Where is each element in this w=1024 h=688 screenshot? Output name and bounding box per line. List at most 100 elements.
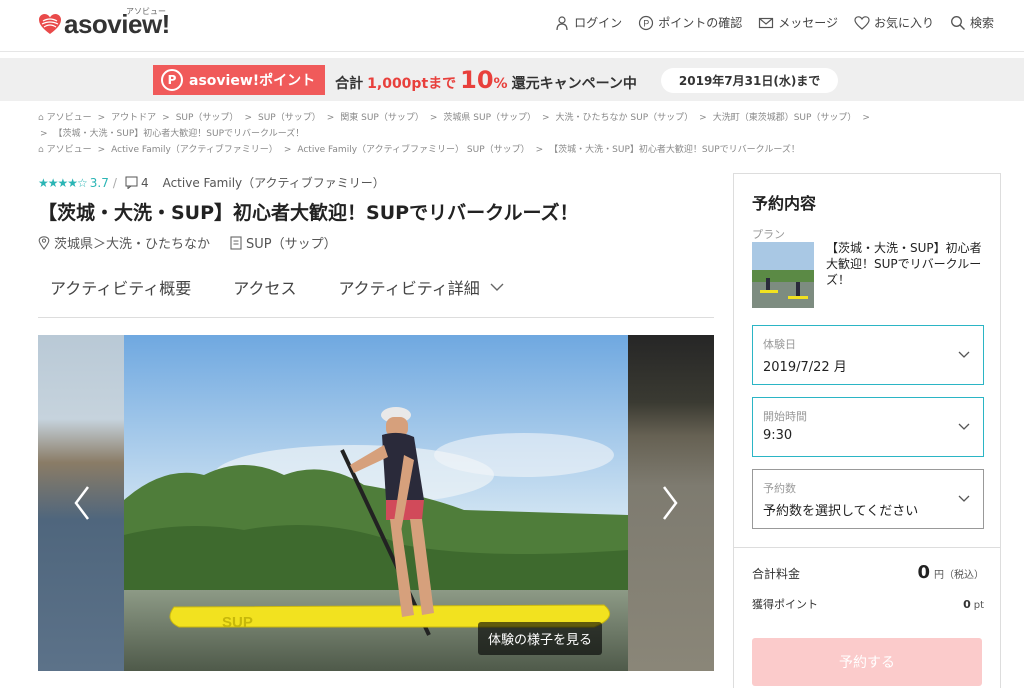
tab-access[interactable]: アクセス xyxy=(233,275,296,299)
header-nav: ログイン P ポイントの確認 メッセージ お気に入り 検索 xyxy=(554,14,994,31)
breadcrumb-item[interactable]: 【茨城・大洗・SUP】初心者大歓迎！SUPでリバークルーズ！ xyxy=(54,129,305,139)
search-label: 検索 xyxy=(969,16,994,30)
review-count-value: 4 xyxy=(140,175,149,190)
breadcrumb-separator: > xyxy=(862,113,870,123)
earned-points-unit: pt xyxy=(973,600,984,611)
search-link[interactable]: 検索 xyxy=(950,14,994,31)
plan-label: プラン xyxy=(752,228,785,241)
favorites-label: お気に入り xyxy=(873,16,934,30)
breadcrumb-separator: > xyxy=(97,145,106,155)
earned-points-label: 獲得ポイント xyxy=(752,598,818,611)
home-icon: ⌂ xyxy=(38,145,47,155)
points-badge: P asoview!ポイント xyxy=(153,65,326,95)
review-count[interactable]: 4 xyxy=(125,176,149,190)
panel-divider xyxy=(734,547,1000,548)
breadcrumb-item[interactable]: アウトドア xyxy=(111,113,156,123)
breadcrumb-item[interactable]: 大洗町（東茨城郡）SUP（サップ） xyxy=(713,113,857,123)
breadcrumb-item[interactable]: 関東 SUP（サップ） xyxy=(340,113,424,123)
tab-overview[interactable]: アクティビティ概要 xyxy=(50,275,191,299)
breadcrumb-separator: > xyxy=(699,113,707,123)
breadcrumb-item[interactable]: 【茨城・大洗・SUP】初心者大歓迎！SUPでリバークルーズ！ xyxy=(549,145,800,155)
breadcrumb-separator: > xyxy=(40,129,48,139)
total-price-value: 0 xyxy=(917,562,930,583)
breadcrumb-provider: ⌂ アソビュー > Active Family（アクティブファミリー） > Active… xyxy=(38,142,800,155)
photo-carousel: SUP 体験の様子を見る xyxy=(38,335,714,671)
chevron-down-icon xyxy=(958,351,970,358)
login-link[interactable]: ログイン xyxy=(554,14,622,31)
total-price-row: 合計料金 0 円（税込） xyxy=(752,562,984,583)
area-link[interactable]: 茨城県＞大洗・ひたちなか xyxy=(38,233,210,252)
campaign-percent-unit: % xyxy=(493,76,508,92)
point-icon: P xyxy=(639,15,654,30)
activity-meta: 茨城県＞大洗・ひたちなか SUP（サップ） xyxy=(38,233,337,252)
campaign-banner[interactable]: P asoview!ポイント 合計 1,000ptまで 10% 還元キャンペーン… xyxy=(0,58,1024,101)
breadcrumb-separator: > xyxy=(162,113,170,123)
chevron-down-icon xyxy=(958,423,970,430)
time-value: 9:30 xyxy=(763,428,793,443)
svg-text:P: P xyxy=(643,18,649,28)
breadcrumb-continued: > 【茨城・大洗・SUP】初心者大歓迎！SUPでリバークルーズ！ xyxy=(38,126,304,139)
breadcrumb-separator: > xyxy=(97,113,106,123)
breadcrumb-item[interactable]: SUP（サップ） xyxy=(176,113,239,123)
area-label: 茨城県＞大洗・ひたちなか xyxy=(54,237,211,252)
tab-details-label: アクティビティ詳細 xyxy=(338,278,480,298)
carousel-prev-arrow[interactable] xyxy=(70,483,94,523)
category-link[interactable]: SUP（サップ） xyxy=(230,233,337,252)
campaign-text: 合計 1,000ptまで 10% 還元キャンペーン中 xyxy=(325,66,647,94)
breadcrumb-separator: > xyxy=(535,145,544,155)
logo-kana: アソビュー xyxy=(126,7,166,16)
activity-tabs: アクティビティ概要 アクセス アクティビティ詳細 xyxy=(38,268,714,318)
location-pin-icon xyxy=(38,235,50,250)
rating-score[interactable]: 3.7 xyxy=(90,176,109,190)
carousel-next-arrow[interactable] xyxy=(658,483,682,523)
start-time-select[interactable]: 開始時間 9:30 xyxy=(752,397,984,457)
tab-details[interactable]: アクティビティ詳細 xyxy=(338,275,504,299)
asoview-logo[interactable]: asoview! アソビュー xyxy=(38,7,170,38)
rating-row: ★★★★☆ 3.7 / 4 Active Family（アクティブファミリー） xyxy=(38,174,385,191)
view-experience-button[interactable]: 体験の様子を見る xyxy=(478,622,603,655)
quantity-select[interactable]: 予約数 予約数を選択してください xyxy=(752,469,984,529)
campaign-percent: 10 xyxy=(460,66,494,94)
total-price-unit: 円（税込） xyxy=(934,570,984,581)
plan-name: 【茨城・大洗・SUP】初心者大歓迎！SUPでリバークルーズ！ xyxy=(826,241,982,287)
user-icon xyxy=(556,15,568,30)
points-link[interactable]: P ポイントの確認 xyxy=(638,14,742,31)
total-price-label: 合計料金 xyxy=(752,567,801,581)
plan-thumbnail xyxy=(752,242,814,308)
heart-icon xyxy=(854,15,870,30)
campaign-amount: 1,000ptまで xyxy=(367,76,457,92)
breadcrumb-item[interactable]: アソビュー xyxy=(47,145,92,155)
date-label: 体験日 xyxy=(763,338,796,351)
points-label: ポイントの確認 xyxy=(658,16,743,30)
breadcrumb-separator: > xyxy=(244,113,252,123)
heart-logo-icon xyxy=(39,14,61,34)
breadcrumb-item[interactable]: 茨城県 SUP（サップ） xyxy=(443,113,536,123)
campaign-total: 合計 xyxy=(335,76,364,92)
breadcrumb-separator: > xyxy=(283,145,292,155)
plan-thumbnail-image xyxy=(752,242,814,308)
banner-content: P asoview!ポイント 合計 1,000ptまで 10% 還元キャンペーン… xyxy=(153,65,839,95)
breadcrumb-item[interactable]: Active Family（アクティブファミリー） SUP（サップ） xyxy=(297,145,529,155)
chevron-down-icon xyxy=(958,495,970,502)
login-label: ログイン xyxy=(574,16,623,30)
date-select[interactable]: 体験日 2019/7/22 月 xyxy=(752,325,984,385)
provider-link[interactable]: Active Family（アクティブファミリー） xyxy=(163,174,385,191)
date-value: 2019/7/22 月 xyxy=(763,360,847,375)
breadcrumb: ⌂ アソビュー > アウトドア > SUP（サップ） > SUP（サップ） > 関東 SUP（サ… xyxy=(38,110,876,123)
point-coin-icon: P xyxy=(161,69,183,91)
chevron-down-icon xyxy=(490,283,504,291)
site-header: asoview! アソビュー ログイン P ポイントの確認 メッセージ お気に入… xyxy=(0,0,1024,52)
campaign-date: 2019年7月31日(水)まで xyxy=(660,67,839,93)
favorites-link[interactable]: お気に入り xyxy=(854,14,934,31)
breadcrumb-item[interactable]: Active Family（アクティブファミリー） xyxy=(111,145,278,155)
breadcrumb-item[interactable]: 大洗・ひたちなか SUP（サップ） xyxy=(556,113,694,123)
board-text: SUP xyxy=(222,614,253,631)
time-label: 開始時間 xyxy=(763,410,807,423)
booking-heading: 予約内容 xyxy=(752,194,817,213)
earned-points-row: 獲得ポイント 0 pt xyxy=(752,596,984,612)
reserve-button[interactable]: 予約する xyxy=(752,638,982,686)
campaign-rest: 還元キャンペーン中 xyxy=(511,76,637,92)
messages-link[interactable]: メッセージ xyxy=(758,14,838,31)
breadcrumb-item[interactable]: SUP（サップ） xyxy=(258,113,321,123)
breadcrumb-item[interactable]: アソビュー xyxy=(47,113,92,123)
